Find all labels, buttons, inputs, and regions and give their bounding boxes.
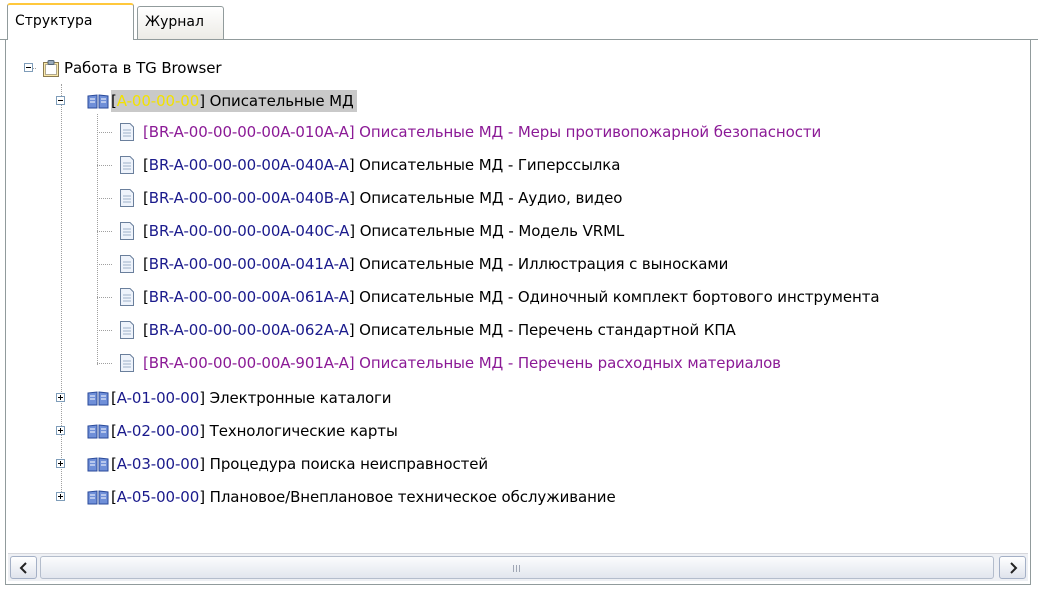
tree-group-title: Технологические карты [204,422,398,440]
tree-view[interactable]: Работа в TG Browser [A-00-00-00] Описате… [6,40,1030,545]
tree-group-label: [A-00-00-00] Описательные МД [111,90,357,112]
tree-group-title: Процедура поиска неисправностей [204,455,489,473]
tree-group-title: Плановое/Внеплановое техническое обслужи… [204,488,616,506]
tree-group-label: [A-01-00-00] Электронные каталоги [111,389,392,407]
book-icon [87,93,109,109]
expand-icon[interactable] [56,393,65,402]
tree-leaf-item[interactable]: [BR-A-00-00-00-00A-061A-A] Описательные … [97,282,880,312]
document-icon [119,255,135,273]
tree-guide-line [97,197,112,199]
clipboard-icon [42,59,60,77]
tree-group-item[interactable]: [A-02-00-00] Технологические карты [56,416,398,446]
tree-guide-line [97,329,112,331]
tree-group-item[interactable]: [A-03-00-00] Процедура поиска неисправно… [56,449,488,479]
tree-leaf-label: [BR-A-00-00-00-00A-062A-A] Описательные … [143,321,736,339]
tree-leaf-code: BR-A-00-00-00-00A-040A-A [148,156,349,174]
scroll-grip [513,565,521,572]
tree-guide-line [97,362,112,364]
tree-leaf-code: BR-A-00-00-00-00A-040B-A [148,189,350,207]
tree-leaf-label: [BR-A-00-00-00-00A-041A-A] Описательные … [143,255,728,273]
document-icon [119,321,135,339]
tree-guide-line [97,296,112,298]
tree-leaf-item[interactable]: [BR-A-00-00-00-00A-040C-A] Описательные … [97,216,624,246]
horizontal-scrollbar[interactable] [8,553,1028,581]
tree-leaf-item[interactable]: [BR-A-00-00-00-00A-040B-A] Описательные … [97,183,622,213]
tree-leaf-code: BR-A-00-00-00-00A-062A-A [148,321,349,339]
tree-group-label: [A-03-00-00] Процедура поиска неисправно… [111,455,488,473]
tree-root[interactable]: Работа в TG Browser [24,53,222,83]
tree-leaf-title: Описательные МД - Аудио, видео [354,189,623,207]
chevron-right-icon [1009,561,1017,574]
tree-group-item[interactable]: [A-01-00-00] Электронные каталоги [56,383,392,413]
tree-leaf-item[interactable]: [BR-A-00-00-00-00A-901A-A] Описательные … [97,348,781,378]
tab-structure[interactable]: Структура [7,3,134,40]
collapse-icon[interactable] [24,63,33,72]
tree-root-label: Работа в TG Browser [64,59,222,77]
tree-group-item[interactable]: [A-05-00-00] Плановое/Внеплановое технич… [56,482,616,512]
tree-group-title: Электронные каталоги [204,389,392,407]
tree-leaf-code: BR-A-00-00-00-00A-041A-A [148,255,349,273]
tree-group-code: A-02-00-00 [116,422,200,440]
tree-group-code: A-03-00-00 [116,455,200,473]
expand-icon[interactable] [56,492,65,501]
scroll-thumb[interactable] [40,556,994,579]
tree-group-label: [A-05-00-00] Плановое/Внеплановое технич… [111,488,616,506]
tree-leaf-label: [BR-A-00-00-00-00A-010A-A] Описательные … [143,123,821,141]
tree-leaf-item[interactable]: [BR-A-00-00-00-00A-041A-A] Описательные … [97,249,728,279]
tree-panel: Работа в TG Browser [A-00-00-00] Описате… [5,40,1031,585]
tree-leaf-title: Описательные МД - Модель VRML [355,222,625,240]
tree-guide-line [97,230,112,232]
document-icon [119,222,135,240]
tab-journal[interactable]: Журнал [137,6,224,39]
document-icon [119,156,135,174]
tree-leaf-label: [BR-A-00-00-00-00A-040B-A] Описательные … [143,189,622,207]
tree-leaf-code: BR-A-00-00-00-00A-901A-A [148,354,349,372]
tree-leaf-label: [BR-A-00-00-00-00A-901A-A] Описательные … [143,354,781,372]
tree-leaf-title: Описательные МД - Меры противопожарной б… [354,123,822,141]
tree-leaf-label: [BR-A-00-00-00-00A-040A-A] Описательные … [143,156,620,174]
collapse-icon[interactable] [56,96,65,105]
tree-leaf-code: BR-A-00-00-00-00A-010A-A [148,123,349,141]
document-icon [119,354,135,372]
book-icon [87,456,109,472]
document-icon [119,123,135,141]
scroll-right-button[interactable] [999,556,1026,579]
tree-leaf-label: [BR-A-00-00-00-00A-040C-A] Описательные … [143,222,624,240]
tree-leaf-label: [BR-A-00-00-00-00A-061A-A] Описательные … [143,288,880,306]
book-icon [87,423,109,439]
tree-guide-line [97,164,112,166]
tree-leaf-code: BR-A-00-00-00-00A-040C-A [148,222,350,240]
book-icon [87,390,109,406]
tree-guide-line [97,131,112,133]
chevron-left-icon [19,561,27,574]
tree-leaf-title: Описательные МД - Перечень расходных мат… [354,354,781,372]
tree-leaf-code: BR-A-00-00-00-00A-061A-A [148,288,349,306]
tree-leaf-title: Описательные МД - Гиперссылка [354,156,621,174]
tree-leaf-item[interactable]: [BR-A-00-00-00-00A-062A-A] Описательные … [97,315,736,345]
tab-strip: Структура Журнал [0,0,1038,40]
tree-group-code: A-05-00-00 [116,488,200,506]
scroll-left-button[interactable] [10,556,37,579]
tree-group-label: [A-02-00-00] Технологические карты [111,422,398,440]
tree-guide-line [97,263,112,265]
tree-group-code: A-01-00-00 [116,389,200,407]
tree-leaf-title: Описательные МД - Иллюстрация с выноскам… [354,255,729,273]
tree-leaf-item[interactable]: [BR-A-00-00-00-00A-010A-A] Описательные … [97,117,821,147]
expand-icon[interactable] [56,459,65,468]
tree-group-code: A-00-00-00 [116,92,200,110]
tree-leaf-title: Описательные МД - Перечень стандартной К… [354,321,736,339]
tree-leaf-title: Описательные МД - Одиночный комплект бор… [354,288,880,306]
tree-group-title: Описательные МД [204,92,354,110]
tree-leaf-item[interactable]: [BR-A-00-00-00-00A-040A-A] Описательные … [97,150,620,180]
book-icon [87,489,109,505]
document-icon [119,189,135,207]
expand-icon[interactable] [56,426,65,435]
document-icon [119,288,135,306]
tree-group-item[interactable]: [A-00-00-00] Описательные МД [56,86,357,116]
